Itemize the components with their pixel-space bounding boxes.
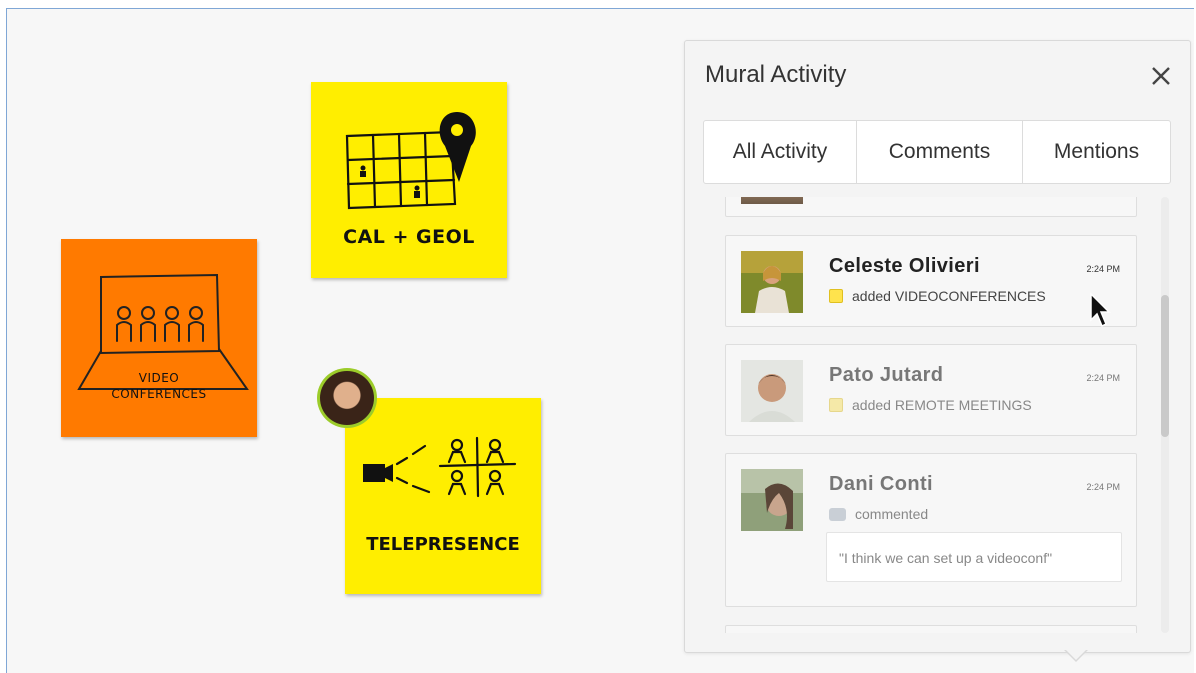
scrollbar-thumb[interactable]: [1161, 295, 1169, 437]
telepresence-sketch-icon: [363, 436, 517, 498]
avatar: [741, 360, 803, 422]
activity-item-partial[interactable]: [725, 625, 1137, 633]
avatar: [741, 197, 803, 204]
close-button[interactable]: [1148, 63, 1174, 89]
tab-mentions[interactable]: Mentions: [1022, 121, 1170, 183]
collaborator-photo: [320, 371, 374, 425]
collaborator-avatar[interactable]: [317, 368, 377, 428]
panel-title: Mural Activity: [705, 61, 847, 88]
activity-description: added VIDEOCONFERENCES: [829, 288, 1046, 304]
comment-preview[interactable]: "I think we can set up a videoconf": [826, 532, 1122, 582]
video-conference-sketch-icon: [77, 273, 249, 390]
user-name[interactable]: Dani Conti: [829, 473, 933, 496]
activity-tabs: All Activity Comments Mentions: [703, 120, 1171, 184]
sticky-note-icon: [829, 398, 843, 412]
activity-item[interactable]: Pato Jutard 2:24 PM added REMOTE MEETING…: [725, 344, 1137, 436]
tab-comments[interactable]: Comments: [856, 121, 1022, 183]
user-name[interactable]: Pato Jutard: [829, 364, 943, 387]
sticky-note-telepresence[interactable]: TELEPRESENCE: [345, 398, 541, 594]
avatar: [741, 251, 803, 313]
sticky-note-label: CAL + GEOL: [343, 226, 475, 248]
tab-all-activity[interactable]: All Activity: [704, 121, 856, 183]
sticky-note-label-line2: CONFERENCES: [111, 387, 207, 401]
sticky-note-label: TELEPRESENCE: [366, 534, 520, 555]
timestamp: 2:24 PM: [1086, 264, 1120, 274]
avatar: [741, 469, 803, 531]
activity-description: added REMOTE MEETINGS: [829, 397, 1032, 413]
activity-item[interactable]: Celeste Olivieri 2:24 PM added VIDEOCONF…: [725, 235, 1137, 327]
activity-text: added VIDEOCONFERENCES: [852, 288, 1046, 304]
activity-text: commented: [855, 506, 929, 522]
activity-description: commented: [829, 506, 928, 522]
calendar-map-sketch-icon: [345, 112, 476, 210]
activity-feed[interactable]: Celeste Olivieri 2:24 PM added VIDEOCONF…: [705, 197, 1167, 633]
sticky-note-cal-geol[interactable]: CAL + GEOL: [311, 82, 507, 278]
mouse-cursor-icon: [1090, 292, 1111, 328]
sticky-note-video-conferences[interactable]: VIDEO CONFERENCES: [61, 239, 257, 437]
user-name[interactable]: Celeste Olivieri: [829, 255, 980, 278]
activity-item[interactable]: Dani Conti 2:24 PM commented "I think we…: [725, 453, 1137, 607]
sticky-note-label-line1: VIDEO: [138, 371, 180, 385]
mural-activity-panel: Mural Activity All Activity Comments Men…: [684, 40, 1191, 653]
comment-icon: [829, 507, 846, 521]
activity-item-partial[interactable]: [725, 197, 1137, 217]
sticky-note-icon: [829, 289, 843, 303]
close-icon: [1152, 67, 1170, 85]
activity-text: added REMOTE MEETINGS: [852, 397, 1032, 413]
timestamp: 2:24 PM: [1086, 373, 1120, 383]
feed-scrollbar[interactable]: [1161, 197, 1169, 633]
timestamp: 2:24 PM: [1086, 482, 1120, 492]
panel-pointer: [1064, 649, 1088, 662]
